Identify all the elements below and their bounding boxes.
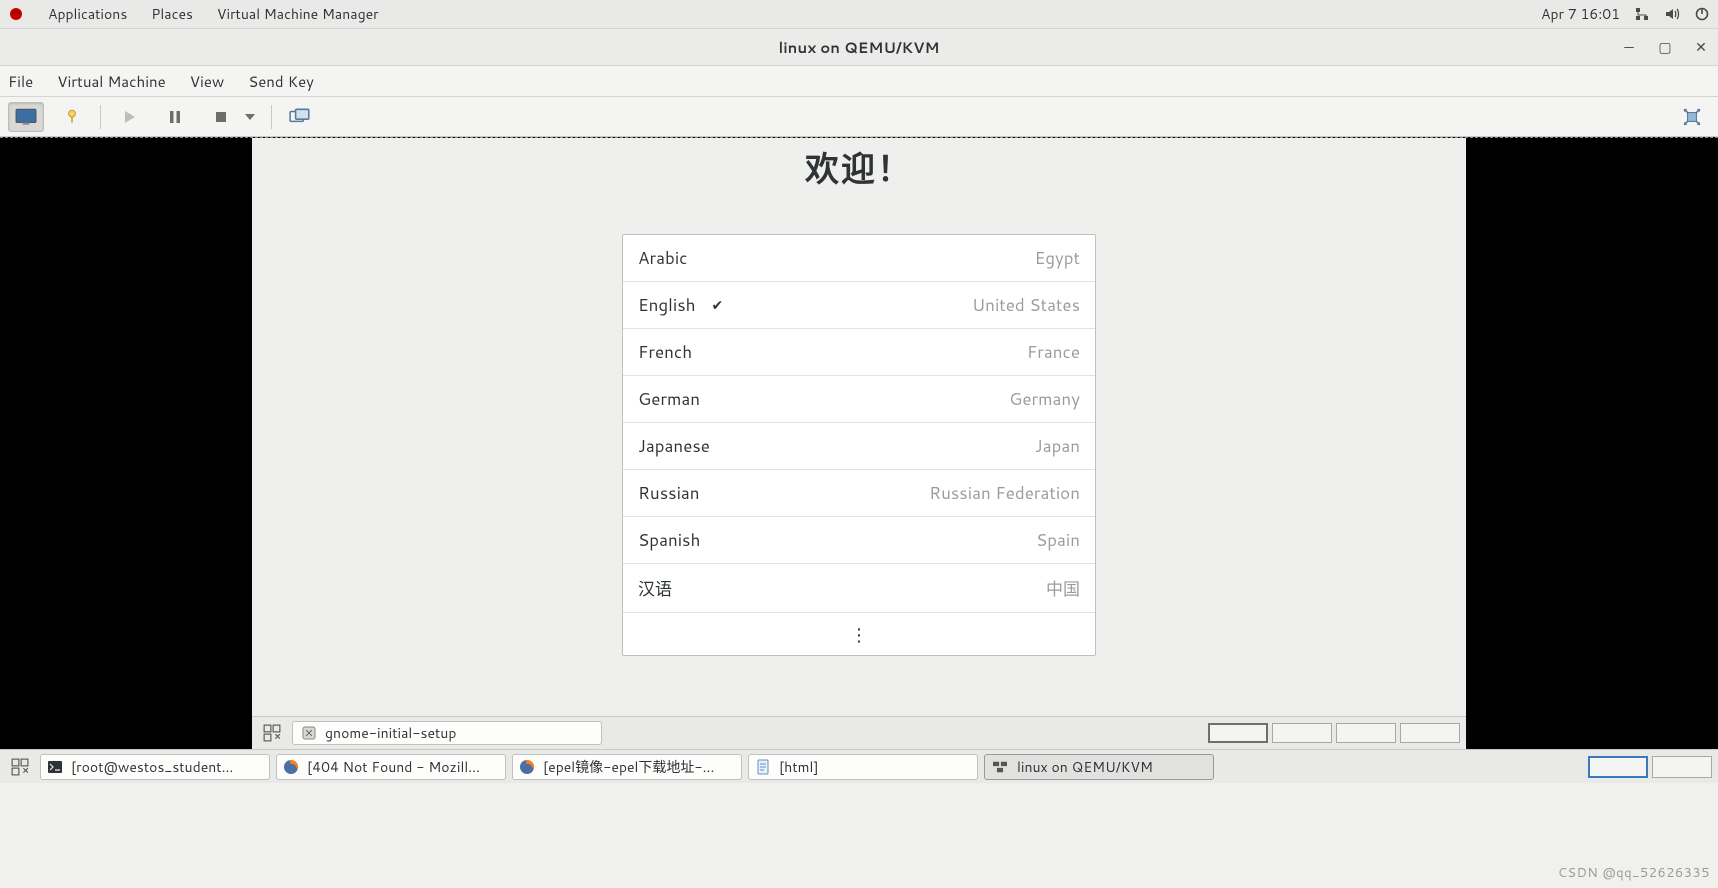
language-row[interactable]: Spanish Spain	[623, 517, 1095, 564]
shutdown-button[interactable]	[203, 102, 239, 132]
menu-virtual-machine[interactable]: Virtual Machine	[57, 71, 166, 92]
host-task-label: linux on QEMU/KVM	[1017, 757, 1153, 777]
panel-clock[interactable]: Apr 7 16:01	[1541, 4, 1620, 24]
check-icon: ✔	[712, 295, 724, 315]
language-region: France	[1027, 340, 1080, 364]
guest-workspace-4[interactable]	[1400, 723, 1460, 743]
guest-viewport: 欢迎！ Arabic Egypt English ✔ United States Fren…	[0, 137, 1718, 749]
host-task[interactable]: [404 Not Found - Mozill...	[276, 754, 506, 780]
window-title: linux on QEMU/KVM	[778, 37, 939, 58]
watermark: CSDN @qq_52626335	[1558, 864, 1710, 882]
language-name: Arabic	[638, 246, 687, 270]
guest-taskbar: gnome-initial-setup	[252, 716, 1466, 749]
window-close-button[interactable]: ✕	[1692, 38, 1710, 56]
menu-file[interactable]: File	[8, 71, 33, 92]
window-titlebar: linux on QEMU/KVM — ▢ ✕	[0, 29, 1718, 66]
language-name: English	[638, 293, 696, 317]
host-task[interactable]: linux on QEMU/KVM	[984, 754, 1214, 780]
language-name: 汉语	[638, 575, 672, 601]
language-name: French	[638, 340, 692, 364]
host-task-label: [404 Not Found - Mozill...	[307, 757, 480, 777]
language-region: Germany	[1009, 387, 1080, 411]
text-icon	[755, 759, 771, 775]
window-maximize-button[interactable]: ▢	[1656, 38, 1674, 56]
language-list: ArabicEgyptEnglish✔United StatesFrenchFr…	[622, 234, 1096, 656]
console-view-button[interactable]	[8, 102, 44, 132]
guest-workspace-3[interactable]	[1336, 723, 1396, 743]
shutdown-dropdown-button[interactable]	[239, 102, 261, 132]
language-row[interactable]: Arabic Egypt	[623, 235, 1095, 282]
language-region: Russian Federation	[929, 481, 1080, 505]
pause-button[interactable]	[157, 102, 193, 132]
host-top-panel: Applications Places Virtual Machine Mana…	[0, 0, 1718, 29]
guest-taskbar-app[interactable]: gnome-initial-setup	[292, 721, 602, 745]
language-name: Spanish	[638, 528, 700, 552]
language-region: Egypt	[1035, 246, 1080, 270]
host-workspace-1[interactable]	[1588, 756, 1648, 778]
welcome-heading: 欢迎！	[252, 142, 1466, 192]
vmm-toolbar	[0, 97, 1718, 137]
separator	[100, 105, 101, 129]
guest-workspace-2[interactable]	[1272, 723, 1332, 743]
host-task[interactable]: [root@westos_student...	[40, 754, 270, 780]
panel-app-menu[interactable]: Virtual Machine Manager	[217, 4, 379, 24]
volume-icon[interactable]	[1664, 6, 1680, 22]
vmm-menubar: File Virtual Machine View Send Key	[0, 66, 1718, 97]
host-task-label: [html]	[779, 757, 819, 777]
language-row[interactable]: 汉语 中国	[623, 564, 1095, 613]
guest-taskbar-app-label: gnome-initial-setup	[325, 723, 456, 743]
menu-view[interactable]: View	[190, 71, 225, 92]
language-region: Japan	[1035, 434, 1080, 458]
language-name: Russian	[638, 481, 700, 505]
window-list-icon[interactable]	[258, 721, 286, 745]
language-row[interactable]: Japanese Japan	[623, 423, 1095, 470]
language-name: German	[638, 387, 700, 411]
language-more-button[interactable]: ⋮	[623, 613, 1095, 655]
network-icon[interactable]	[1634, 6, 1650, 22]
language-name: Japanese	[638, 434, 710, 458]
vmm-icon	[991, 760, 1009, 774]
terminal-icon	[47, 759, 63, 775]
snapshots-button[interactable]	[282, 102, 318, 132]
language-row[interactable]: French France	[623, 329, 1095, 376]
panel-places-menu[interactable]: Places	[151, 4, 193, 24]
window-minimize-button[interactable]: —	[1620, 38, 1638, 56]
language-region: United States	[972, 293, 1080, 317]
guest-workspace-switcher	[1208, 723, 1460, 743]
firefox-icon	[519, 759, 535, 775]
panel-applications-menu[interactable]: Applications	[48, 4, 127, 24]
separator	[271, 105, 272, 129]
host-taskbar: [root@westos_student... [404 Not Found - …	[0, 749, 1718, 783]
settings-icon	[301, 725, 317, 741]
host-task[interactable]: [html]	[748, 754, 978, 780]
host-workspace-2[interactable]	[1652, 756, 1712, 778]
host-task[interactable]: [epel镜像-epel下载地址-...	[512, 754, 742, 780]
language-row[interactable]: English ✔ United States	[623, 282, 1095, 329]
language-region: 中国	[1046, 575, 1080, 601]
host-task-label: [root@westos_student...	[71, 757, 233, 777]
details-view-button[interactable]	[54, 102, 90, 132]
fullscreen-button[interactable]	[1674, 102, 1710, 132]
host-task-label: [epel镜像-epel下载地址-...	[543, 757, 714, 777]
power-icon[interactable]	[1694, 6, 1710, 22]
menu-send-key[interactable]: Send Key	[248, 71, 314, 92]
run-button[interactable]	[111, 102, 147, 132]
distro-logo-icon	[8, 6, 24, 22]
guest-screen[interactable]: 欢迎！ Arabic Egypt English ✔ United States Fren…	[252, 138, 1466, 749]
guest-workspace-1[interactable]	[1208, 723, 1268, 743]
language-row[interactable]: Russian Russian Federation	[623, 470, 1095, 517]
host-workspace-switcher	[1588, 756, 1712, 778]
host-window-list-icon[interactable]	[6, 754, 34, 780]
language-region: Spain	[1036, 528, 1080, 552]
firefox-icon	[283, 759, 299, 775]
language-row[interactable]: German Germany	[623, 376, 1095, 423]
